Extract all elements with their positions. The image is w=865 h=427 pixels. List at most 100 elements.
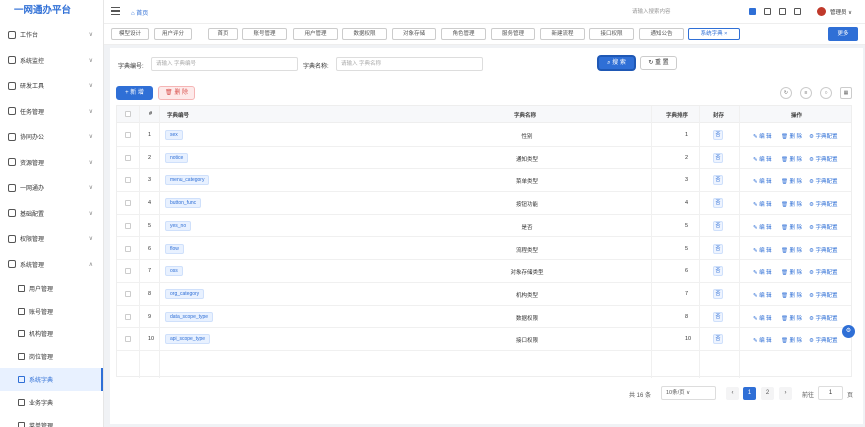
- tab[interactable]: 用户管理: [293, 28, 338, 40]
- sidebar-item[interactable]: 任务管理 ∨: [0, 99, 103, 125]
- config-action-label[interactable]: 字典配置: [815, 134, 837, 140]
- config-action-label[interactable]: 字典配置: [815, 270, 837, 276]
- delete-action-label[interactable]: 删 除: [790, 270, 803, 276]
- breadcrumb-home[interactable]: 首页: [136, 11, 148, 17]
- delete-button-label[interactable]: 删 除: [174, 90, 188, 96]
- sidebar-item[interactable]: 工作台 ∨: [0, 22, 103, 48]
- config-action-label[interactable]: 字典配置: [815, 202, 837, 208]
- edit-action[interactable]: ✎ 编 辑: [753, 132, 772, 140]
- page-size-value[interactable]: 10条/页: [666, 390, 685, 396]
- select-all-checkbox[interactable]: [125, 111, 131, 117]
- edit-action[interactable]: ✎ 编 辑: [753, 246, 772, 254]
- tab[interactable]: 新建流程: [540, 28, 585, 40]
- edit-action-label[interactable]: 编 辑: [759, 270, 772, 276]
- shirt-icon[interactable]: [764, 8, 771, 15]
- sidebar-item[interactable]: 资源管理 ∨: [0, 150, 103, 176]
- row-checkbox[interactable]: [125, 154, 131, 161]
- tab[interactable]: 角色管理: [441, 28, 486, 40]
- delete-action[interactable]: 🗑 删 除: [781, 177, 802, 185]
- edit-action[interactable]: ✎ 编 辑: [753, 223, 772, 231]
- sidebar-item[interactable]: 系统管理 ∧: [0, 252, 103, 278]
- edit-action-label[interactable]: 编 辑: [759, 157, 772, 163]
- sidebar-subitem[interactable]: 菜单管理: [0, 414, 103, 427]
- breadcrumb[interactable]: ⌂ 首页: [131, 8, 148, 17]
- sidebar-subitem[interactable]: 业务字典: [0, 391, 103, 414]
- config-action-label[interactable]: 字典配置: [815, 293, 837, 299]
- config-action-label[interactable]: 字典配置: [815, 225, 837, 231]
- sidebar-subitem[interactable]: 系统字典: [0, 368, 103, 391]
- sidebar-subitem[interactable]: 岗位管理: [0, 345, 103, 368]
- grid-icon[interactable]: ▦: [840, 87, 852, 99]
- edit-action-label[interactable]: 编 辑: [759, 179, 772, 185]
- page-size-select[interactable]: 10条/页 ∨: [661, 386, 716, 400]
- edit-action-label[interactable]: 编 辑: [759, 134, 772, 140]
- config-action[interactable]: ⚙ 字典配置: [809, 177, 837, 185]
- search-toggle-icon[interactable]: ○: [820, 87, 832, 99]
- sidebar-item[interactable]: 基础配置 ∨: [0, 201, 103, 227]
- sidebar-item[interactable]: 权限管理 ∨: [0, 226, 103, 252]
- edit-action-label[interactable]: 编 辑: [759, 338, 772, 344]
- delete-button[interactable]: 🗑 删 除: [158, 86, 195, 100]
- config-action[interactable]: ⚙ 字典配置: [809, 336, 837, 344]
- tab[interactable]: 系统字典 ×: [688, 28, 740, 40]
- row-checkbox[interactable]: [125, 290, 131, 297]
- delete-action[interactable]: 🗑 删 除: [781, 268, 802, 276]
- menu-toggle-icon[interactable]: [111, 7, 120, 15]
- avatar[interactable]: [817, 7, 826, 16]
- edit-action[interactable]: ✎ 编 辑: [753, 314, 772, 322]
- sidebar-subitem[interactable]: 机构管理: [0, 323, 103, 346]
- edit-action[interactable]: ✎ 编 辑: [753, 177, 772, 185]
- global-search-input[interactable]: 请输入搜索内容: [632, 7, 722, 15]
- config-action[interactable]: ⚙ 字典配置: [809, 314, 837, 322]
- page-button[interactable]: 1: [743, 387, 756, 400]
- delete-action-label[interactable]: 删 除: [790, 248, 803, 254]
- delete-action[interactable]: 🗑 删 除: [781, 336, 802, 344]
- search-button-label[interactable]: 搜 索: [612, 60, 626, 66]
- config-action-label[interactable]: 字典配置: [815, 316, 837, 322]
- prev-page-button[interactable]: ‹: [726, 387, 739, 400]
- delete-action[interactable]: 🗑 删 除: [781, 246, 802, 254]
- page-button[interactable]: 2: [761, 387, 774, 400]
- tab[interactable]: 接口权限: [589, 28, 634, 40]
- edit-action-label[interactable]: 编 辑: [759, 202, 772, 208]
- delete-action-label[interactable]: 删 除: [790, 338, 803, 344]
- delete-action[interactable]: 🗑 删 除: [781, 291, 802, 299]
- row-checkbox[interactable]: [125, 268, 131, 275]
- user-menu[interactable]: 管理员 ∨: [830, 8, 852, 16]
- add-button[interactable]: + 新 增: [116, 86, 153, 100]
- delete-action[interactable]: 🗑 删 除: [781, 200, 802, 208]
- bell-icon[interactable]: [794, 8, 801, 15]
- row-checkbox[interactable]: [125, 132, 131, 138]
- sidebar-item[interactable]: 研发工具 ∨: [0, 73, 103, 99]
- config-action-label[interactable]: 字典配置: [815, 179, 837, 185]
- settings-float-icon[interactable]: ⚙: [842, 325, 855, 338]
- config-action-label[interactable]: 字典配置: [815, 338, 837, 344]
- refresh-icon[interactable]: ↻: [780, 87, 792, 99]
- config-action[interactable]: ⚙ 字典配置: [809, 268, 837, 276]
- delete-action-label[interactable]: 删 除: [790, 134, 803, 140]
- delete-action[interactable]: 🗑 删 除: [781, 314, 802, 322]
- edit-action[interactable]: ✎ 编 辑: [753, 200, 772, 208]
- goto-page-input[interactable]: 1: [818, 386, 843, 400]
- delete-action-label[interactable]: 删 除: [790, 293, 803, 299]
- lock-icon[interactable]: [779, 8, 786, 15]
- next-page-button[interactable]: ›: [779, 387, 792, 400]
- config-action[interactable]: ⚙ 字典配置: [809, 291, 837, 299]
- delete-action-label[interactable]: 删 除: [790, 225, 803, 231]
- edit-action[interactable]: ✎ 编 辑: [753, 291, 772, 299]
- code-filter-input[interactable]: 请输入 字典编号: [151, 57, 298, 71]
- row-checkbox[interactable]: [125, 222, 131, 229]
- reset-button-label[interactable]: 重 置: [655, 60, 669, 66]
- config-action[interactable]: ⚙ 字典配置: [809, 223, 837, 231]
- row-checkbox[interactable]: [125, 200, 131, 207]
- config-action[interactable]: ⚙ 字典配置: [809, 132, 837, 140]
- row-checkbox[interactable]: [125, 336, 131, 343]
- search-button[interactable]: ⌕ 搜 索: [598, 56, 635, 70]
- edit-action-label[interactable]: 编 辑: [759, 248, 772, 254]
- tab[interactable]: 通知公告: [639, 28, 684, 40]
- config-action[interactable]: ⚙ 字典配置: [809, 155, 837, 163]
- sidebar-subitem[interactable]: 用户管理: [0, 277, 103, 300]
- edit-action[interactable]: ✎ 编 辑: [753, 268, 772, 276]
- user-name[interactable]: 管理员: [830, 10, 847, 16]
- tab[interactable]: 对象存储: [392, 28, 436, 40]
